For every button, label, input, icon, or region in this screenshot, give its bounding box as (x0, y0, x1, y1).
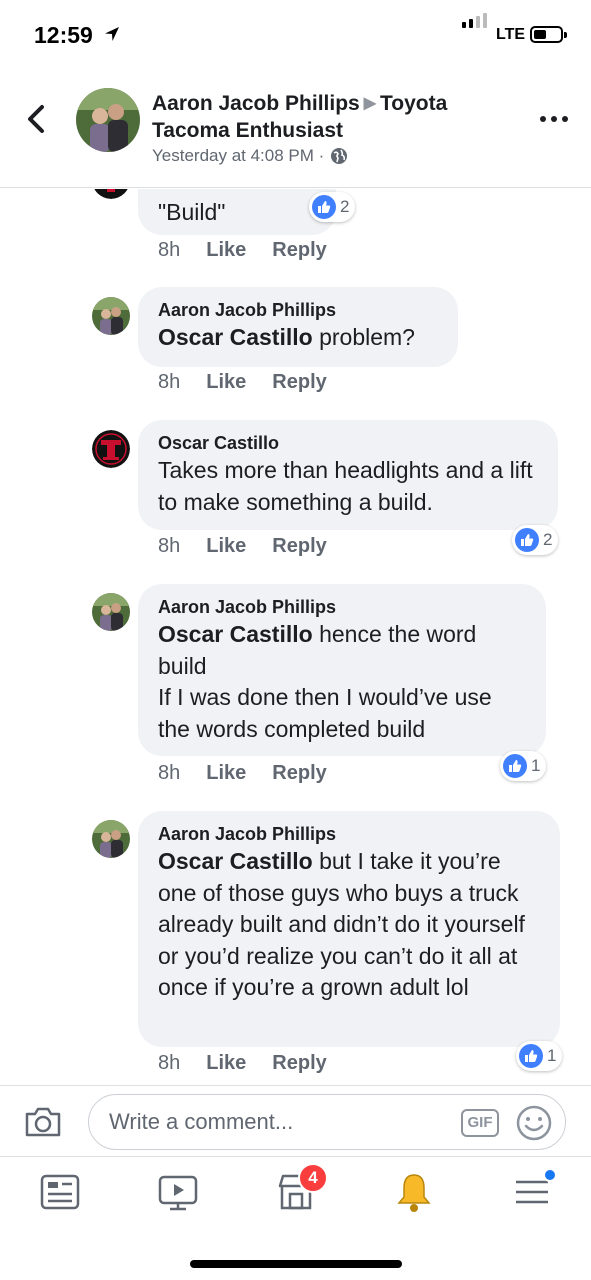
mention-link[interactable]: Oscar Castillo (158, 621, 313, 647)
comment-author[interactable]: Oscar Castillo (158, 431, 538, 455)
post-header: Aaron Jacob Phillips ▶ Toyota Tacoma Enthu… (0, 70, 591, 188)
like-button[interactable]: Like (206, 535, 246, 558)
comment-text: Takes more than headlights and a lift to… (158, 457, 533, 515)
more-dots-icon[interactable] (540, 116, 568, 124)
home-indicator[interactable] (190, 1260, 402, 1268)
battery-icon (530, 26, 567, 43)
camera-icon[interactable] (24, 1106, 62, 1138)
comment-actions: 8h Like Reply (158, 239, 353, 262)
network-type: LTE (496, 26, 526, 43)
comment-time: 8h (158, 1052, 181, 1074)
reaction-number: 1 (547, 1046, 557, 1065)
comment-input[interactable]: Write a comment... GIF (88, 1094, 566, 1150)
comment-actions: 8h Like Reply (158, 535, 353, 558)
comment-actions: 8h Like Reply (158, 762, 353, 785)
comment-author[interactable]: Aaron Jacob Phillips (158, 298, 438, 322)
reaction-number: 1 (531, 756, 541, 775)
reply-button[interactable]: Reply (272, 535, 326, 558)
comment-placeholder: Write a comment... (109, 1109, 294, 1134)
reply-button[interactable]: Reply (272, 371, 326, 394)
comment-text: Oscar Castillo but I take it you’re one … (158, 846, 540, 1004)
comment-body: problem? (312, 324, 415, 350)
thumbs-up-icon (312, 195, 336, 219)
post-title: Aaron Jacob Phillips ▶ Toyota Tacoma Enthu… (152, 90, 512, 144)
avatar[interactable] (92, 297, 130, 335)
post-meta: Yesterday at 4:08 PM · (152, 146, 348, 166)
comment-actions: 8h Like Reply (158, 1052, 353, 1075)
globe-icon (331, 148, 348, 164)
chevron-left-icon[interactable] (24, 104, 50, 134)
reaction-number: 2 (340, 197, 350, 216)
reaction-number: 2 (543, 530, 553, 549)
comment-author[interactable]: Aaron Jacob Phillips (158, 822, 540, 846)
post-timestamp[interactable]: Yesterday at 4:08 PM · (152, 146, 324, 166)
tab-bar (0, 1158, 591, 1228)
notifications-icon[interactable] (392, 1170, 436, 1214)
mention-link[interactable]: Oscar Castillo (158, 324, 313, 350)
comment-list: "Build" 2 8h Like Reply Aaron Jacob Phil… (0, 189, 591, 1085)
watch-icon[interactable] (156, 1170, 200, 1214)
reaction-count[interactable]: 2 (512, 525, 559, 555)
emoji-icon[interactable] (515, 1104, 553, 1142)
thumbs-up-icon (519, 1044, 543, 1068)
thumbs-up-icon (503, 754, 527, 778)
marketplace-badge: 4 (298, 1163, 328, 1193)
reaction-count[interactable]: 2 (309, 192, 356, 222)
comment-text-line2: If I was done then I would’ve use the wo… (158, 684, 492, 742)
reaction-count[interactable]: 1 (500, 751, 547, 781)
avatar[interactable] (76, 88, 140, 152)
status-bar: 12:59 LTE (0, 0, 591, 70)
comment-time: 8h (158, 535, 181, 557)
comment-text: Oscar Castillo hence the word build (158, 619, 526, 682)
thumbs-up-icon (515, 528, 539, 552)
mention-link[interactable]: Oscar Castillo (158, 848, 313, 874)
menu-notification-dot (543, 1168, 557, 1182)
comment-text: "Build" (158, 199, 226, 225)
comment-bubble: Oscar Castillo Takes more than headlight… (138, 420, 558, 530)
avatar[interactable] (92, 593, 130, 631)
comment-time: 8h (158, 239, 181, 261)
reaction-count[interactable]: 1 (516, 1041, 563, 1071)
comment-bubble: Aaron Jacob Phillips Oscar Castillo but … (138, 811, 560, 1047)
reply-button[interactable]: Reply (272, 239, 326, 262)
comment-actions: 8h Like Reply (158, 371, 353, 394)
comment-bubble: Aaron Jacob Phillips Oscar Castillo henc… (138, 584, 546, 756)
reply-button[interactable]: Reply (272, 762, 326, 785)
avatar[interactable] (92, 430, 130, 468)
comment-author[interactable]: Aaron Jacob Phillips (158, 595, 526, 619)
comment-time: 8h (158, 762, 181, 784)
avatar[interactable] (92, 189, 130, 199)
author-name[interactable]: Aaron Jacob Phillips (152, 92, 360, 115)
news-feed-icon[interactable] (38, 1170, 82, 1214)
like-button[interactable]: Like (206, 371, 246, 394)
like-button[interactable]: Like (206, 1052, 246, 1075)
reply-button[interactable]: Reply (272, 1052, 326, 1075)
location-arrow-icon (105, 27, 119, 41)
triangle-right-icon: ▶ (363, 95, 377, 112)
comment-text: Oscar Castillo problem? (158, 322, 438, 354)
gif-button[interactable]: GIF (461, 1109, 499, 1137)
clock: 12:59 (34, 22, 93, 48)
comment-bubble: "Build" (138, 189, 336, 235)
comment-bubble: Aaron Jacob Phillips Oscar Castillo prob… (138, 287, 458, 367)
avatar[interactable] (92, 820, 130, 858)
like-button[interactable]: Like (206, 762, 246, 785)
comment-time: 8h (158, 371, 181, 393)
comment-composer: Write a comment... GIF (0, 1085, 591, 1157)
like-button[interactable]: Like (206, 239, 246, 262)
